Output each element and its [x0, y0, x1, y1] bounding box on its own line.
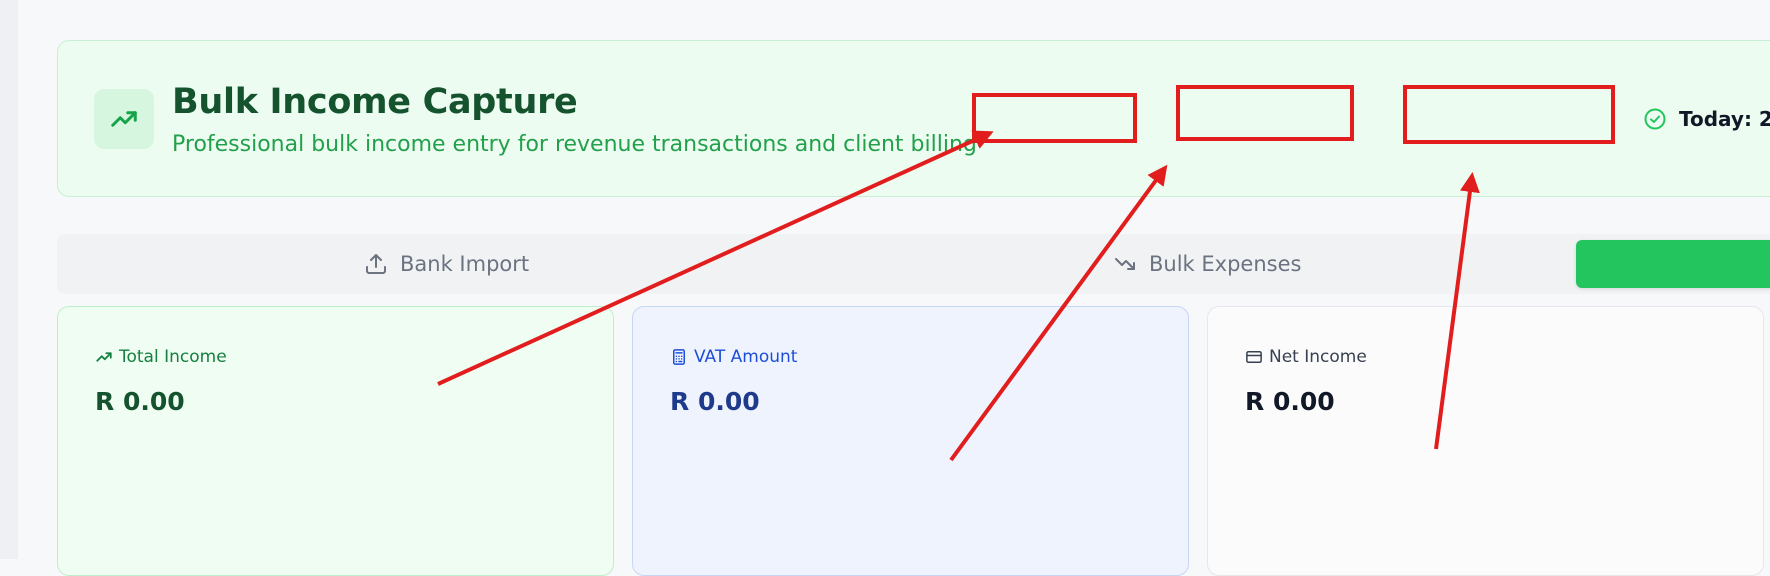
annotation-arrow-2 — [949, 164, 1168, 462]
annotation-arrow-1 — [437, 130, 994, 386]
annotation-arrows — [437, 130, 1480, 462]
annotation-arrow-3 — [1434, 172, 1480, 450]
